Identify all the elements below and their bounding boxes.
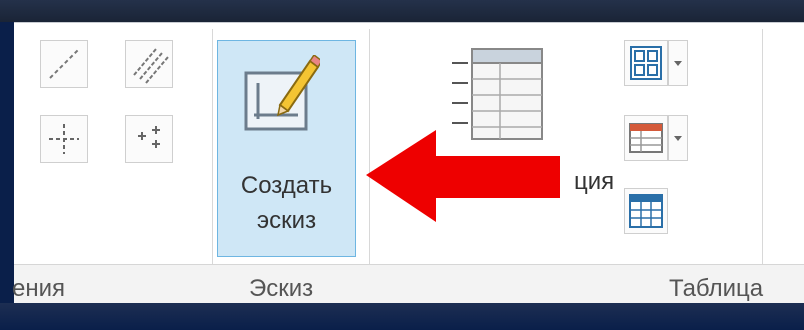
table-insert-label: ция — [574, 168, 615, 195]
create-sketch-label-line1: Создать — [240, 172, 333, 199]
create-sketch-label-line2: эскиз — [256, 207, 317, 234]
group-label-sketch: Эскиз — [249, 275, 314, 302]
grid-style-dropdown[interactable] — [668, 40, 688, 86]
table-format-button[interactable] — [624, 188, 668, 234]
separator — [762, 29, 763, 303]
parallel-lines-icon — [133, 48, 169, 84]
table-small-icon — [629, 194, 663, 228]
dropdown-icon — [674, 61, 682, 66]
crosshair-button[interactable] — [40, 115, 88, 163]
grid-icon — [630, 46, 662, 80]
grid-style-button[interactable] — [624, 40, 668, 86]
sketch-pencil-icon — [244, 55, 320, 131]
point-pattern-button[interactable] — [125, 115, 173, 163]
create-sketch-button[interactable]: Создать эскиз — [217, 40, 356, 257]
separator — [212, 29, 213, 303]
window-titlebar-strip — [0, 0, 804, 22]
table-style-button[interactable] — [624, 115, 668, 161]
group-label-table: Таблица — [669, 275, 764, 302]
line-dash-button[interactable] — [40, 40, 88, 88]
line-dash-icon — [49, 49, 79, 79]
parallel-lines-button[interactable] — [125, 40, 173, 88]
window-bottom-strip — [0, 303, 804, 330]
table-icon — [629, 123, 663, 153]
table-style-dropdown[interactable] — [668, 115, 688, 161]
group-label-left: ения — [12, 275, 66, 302]
point-pattern-icon — [138, 126, 160, 148]
crosshair-icon — [49, 124, 79, 154]
red-arrow-annotation — [366, 130, 560, 222]
dropdown-icon — [674, 136, 682, 141]
